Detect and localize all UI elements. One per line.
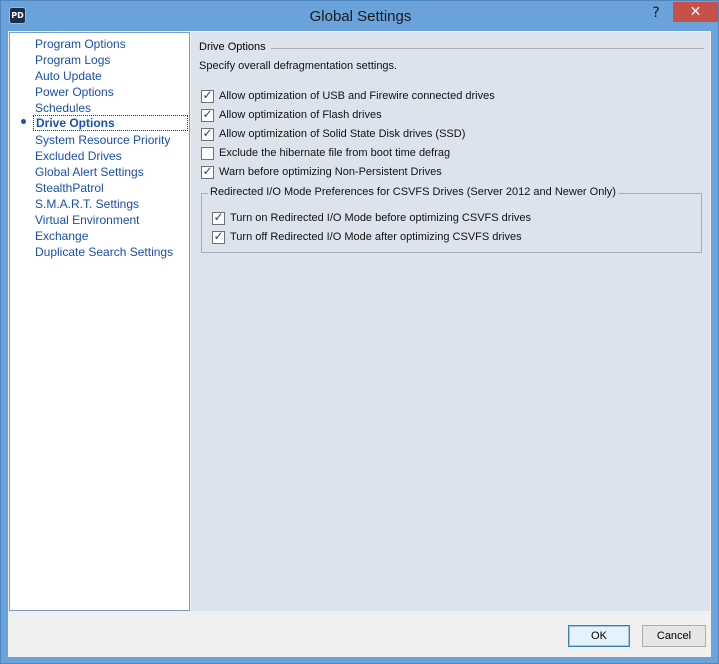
- checkbox[interactable]: ✓: [212, 229, 225, 244]
- dialog-body: Program Options Program Logs Auto Update…: [8, 31, 711, 657]
- nav-item-smart-settings[interactable]: S.M.A.R.T. Settings: [35, 196, 139, 212]
- option-label: Turn on Redirected I/O Mode before optim…: [230, 212, 532, 224]
- settings-nav-list: Program Options Program Logs Auto Update…: [9, 32, 190, 611]
- option-label: Allow optimization of Solid State Disk d…: [219, 128, 466, 140]
- nav-item-program-logs[interactable]: Program Logs: [35, 52, 110, 68]
- redirected-io-group: Redirected I/O Mode Preferences for CSVF…: [201, 186, 702, 253]
- drive-options-panel: Drive Options Specify overall defragment…: [191, 32, 710, 611]
- group-divider: [271, 48, 704, 49]
- group-title: Drive Options: [199, 41, 270, 53]
- nav-item-power-options[interactable]: Power Options: [35, 84, 114, 100]
- checkbox[interactable]: ✓: [201, 88, 214, 103]
- panel-description: Specify overall defragmentation settings…: [199, 60, 398, 72]
- checkmark-icon: ✓: [213, 210, 224, 224]
- nav-item-excluded-drives[interactable]: Excluded Drives: [35, 148, 122, 164]
- nav-item-schedules[interactable]: Schedules: [35, 100, 91, 116]
- redirected-io-title: Redirected I/O Mode Preferences for CSVF…: [208, 186, 618, 198]
- option-label: Warn before optimizing Non-Persistent Dr…: [219, 166, 442, 178]
- nav-item-auto-update[interactable]: Auto Update: [35, 68, 102, 84]
- checkmark-icon: ✓: [202, 126, 213, 140]
- checkmark-icon: ✓: [202, 88, 213, 102]
- selected-bullet-icon: [21, 119, 26, 124]
- nav-item-stealthpatrol[interactable]: StealthPatrol: [35, 180, 104, 196]
- checkbox[interactable]: ✓: [212, 210, 225, 225]
- nav-item-system-resource-priority[interactable]: System Resource Priority: [35, 132, 170, 148]
- option-label: Allow optimization of USB and Firewire c…: [219, 90, 495, 102]
- global-settings-window: PD Global Settings ? ✕ Program Options P…: [0, 0, 719, 664]
- nav-item-program-options[interactable]: Program Options: [35, 36, 126, 52]
- checkbox[interactable]: ✓: [201, 164, 214, 179]
- app-logo-icon: PD: [9, 7, 26, 24]
- title-bar[interactable]: PD Global Settings ? ✕: [1, 1, 718, 31]
- nav-item-exchange[interactable]: Exchange: [35, 228, 88, 244]
- option-label: Turn off Redirected I/O Mode after optim…: [230, 231, 522, 243]
- nav-item-drive-options[interactable]: Drive Options: [33, 115, 188, 131]
- option-label: Exclude the hibernate file from boot tim…: [219, 147, 451, 159]
- checkbox[interactable]: ✓: [201, 126, 214, 141]
- window-title: Global Settings: [309, 8, 412, 25]
- checkbox[interactable]: [201, 147, 214, 160]
- close-button[interactable]: ✕: [673, 2, 718, 22]
- nav-item-virtual-environment[interactable]: Virtual Environment: [35, 212, 140, 228]
- checkbox[interactable]: ✓: [201, 107, 214, 122]
- nav-item-global-alert-settings[interactable]: Global Alert Settings: [35, 164, 144, 180]
- checkmark-icon: ✓: [213, 229, 224, 243]
- nav-item-duplicate-search-settings[interactable]: Duplicate Search Settings: [35, 244, 173, 260]
- ok-button[interactable]: OK: [568, 625, 630, 647]
- help-button[interactable]: ?: [641, 3, 671, 23]
- cancel-button[interactable]: Cancel: [642, 625, 706, 647]
- checkmark-icon: ✓: [202, 164, 213, 178]
- option-label: Allow optimization of Flash drives: [219, 109, 382, 121]
- checkmark-icon: ✓: [202, 107, 213, 121]
